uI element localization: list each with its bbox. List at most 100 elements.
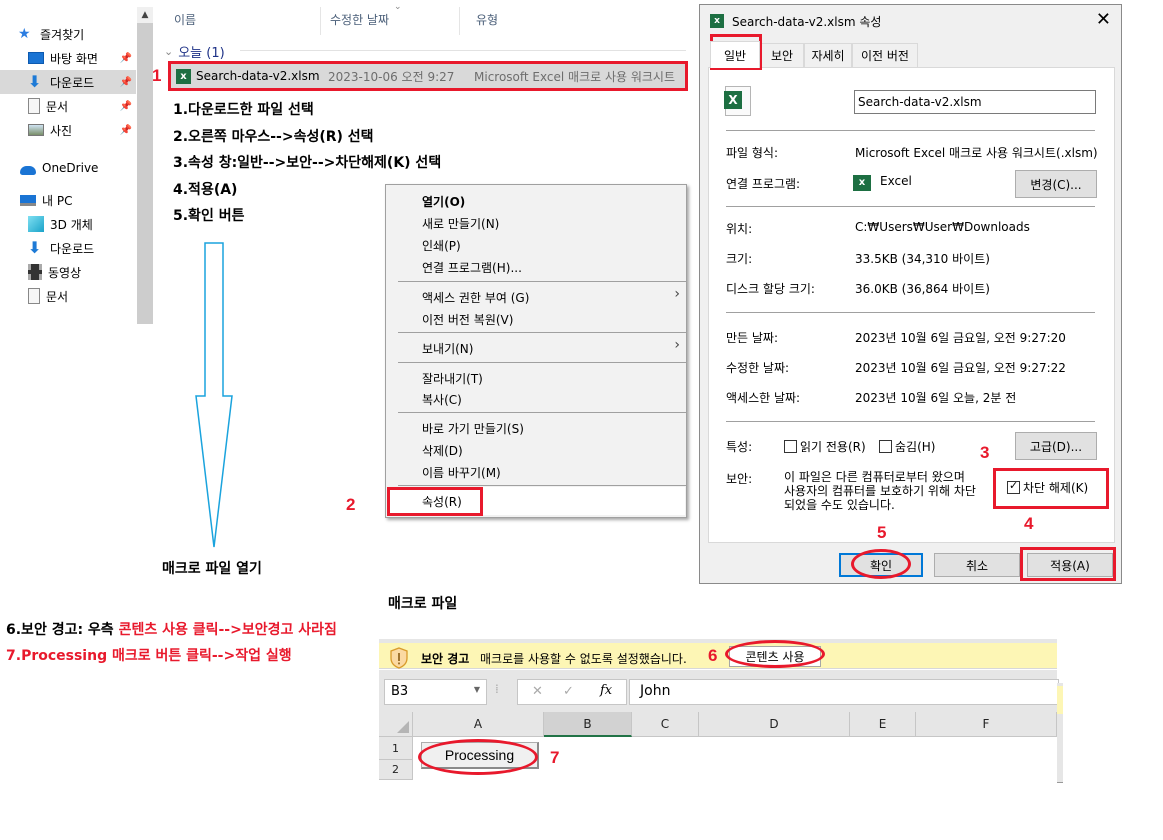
tab-general[interactable]: 일반: [710, 41, 760, 68]
step-number-2: 2: [346, 495, 356, 514]
menu-item-rename[interactable]: 이름 바꾸기(M): [422, 464, 501, 481]
pin-icon: 📌: [119, 100, 132, 112]
opens-with-value: Excel: [880, 174, 912, 188]
column-separator[interactable]: [459, 7, 460, 35]
column-separator[interactable]: [320, 7, 321, 35]
nav-item-pc-downloads[interactable]: ⬇ 다운로드: [0, 236, 136, 260]
advanced-button[interactable]: 고급(D)...: [1015, 432, 1097, 460]
nav-quick-access[interactable]: ★ 즐겨찾기: [18, 22, 136, 46]
security-message: 이 파일은 다른 컴퓨터로부터 왔으며 사용자의 컴퓨터를 보호하기 위해 차단…: [784, 470, 976, 512]
instruction-step-2: 2.오른쪽 마우스-->속성(R) 선택: [173, 129, 374, 145]
instruction-step-3: 3.속성 창:일반-->보안-->차단해제(K) 선택: [173, 155, 442, 171]
menu-item-give-access[interactable]: 액세스 권한 부여 (G): [422, 289, 529, 306]
column-header-modified[interactable]: 수정한 날짜: [330, 11, 389, 28]
menu-item-print[interactable]: 인쇄(P): [422, 237, 461, 254]
change-button[interactable]: 변경(C)...: [1015, 170, 1097, 198]
cancel-icon[interactable]: ✕: [532, 684, 543, 699]
tab-details[interactable]: 자세히: [804, 43, 852, 67]
nav-item-videos[interactable]: 동영상: [0, 260, 136, 284]
note-step-7: 7.Processing 매크로 버튼 클릭-->작업 실행: [6, 648, 292, 664]
created-label: 만든 날짜:: [726, 331, 779, 345]
accessed-value: 2023년 10월 6일 오늘, 2분 전: [855, 391, 1017, 405]
step-number-7: 7: [550, 748, 560, 767]
dropdown-arrow-icon[interactable]: ▼: [474, 685, 480, 694]
divider: [726, 206, 1095, 207]
function-icon[interactable]: fx: [600, 683, 612, 698]
modified-value: 2023년 10월 6일 금요일, 오전 9:27:22: [855, 361, 1066, 375]
close-icon[interactable]: ✕: [1096, 9, 1111, 30]
column-header-a[interactable]: A: [413, 712, 544, 737]
step-number-6: 6: [708, 646, 718, 665]
excel-caption: 매크로 파일: [388, 596, 458, 612]
nav-this-pc[interactable]: 내 PC: [0, 188, 136, 212]
submenu-arrow-icon: ›: [674, 286, 680, 302]
nav-item-pc-documents[interactable]: 문서: [0, 284, 136, 308]
opens-with-label: 연결 프로그램:: [726, 177, 801, 191]
column-header-f[interactable]: F: [916, 712, 1057, 737]
row-header-2[interactable]: 2: [379, 760, 413, 780]
menu-item-new[interactable]: 새로 만들기(N): [422, 215, 499, 232]
tab-security[interactable]: 보안: [760, 43, 804, 67]
menu-separator: [398, 412, 686, 413]
confirm-icon[interactable]: ✓: [563, 684, 574, 699]
context-menu: 열기(O) 새로 만들기(N) 인쇄(P) 연결 프로그램(H)... 액세스 …: [385, 184, 687, 518]
tab-previous-versions[interactable]: 이전 버전: [852, 43, 918, 67]
nav-item-pictures[interactable]: 사진 📌: [0, 118, 136, 142]
3d-objects-icon: [28, 216, 44, 232]
security-label: 보안:: [726, 472, 753, 486]
highlight-box-file: [168, 61, 688, 91]
step-number-3: 3: [980, 443, 990, 462]
formula-buttons: ✕ ✓ fx: [517, 679, 627, 705]
column-header-b[interactable]: B: [544, 712, 632, 737]
column-header-e[interactable]: E: [850, 712, 916, 737]
security-warning-title: 보안 경고: [421, 652, 470, 666]
size-value: 33.5KB (34,310 바이트): [855, 252, 990, 266]
menu-item-create-shortcut[interactable]: 바로 가기 만들기(S): [422, 420, 524, 437]
hidden-checkbox[interactable]: 숨김(H): [879, 438, 935, 455]
column-header-d[interactable]: D: [699, 712, 850, 737]
menu-item-copy[interactable]: 복사(C): [422, 391, 462, 408]
name-box[interactable]: B3 ▼: [384, 679, 487, 705]
group-header-today[interactable]: ⌄ 오늘 (1): [164, 42, 225, 61]
video-icon: [28, 264, 42, 280]
menu-separator: [398, 362, 686, 363]
nav-item-3d-objects[interactable]: 3D 개체: [0, 212, 136, 236]
column-header-name[interactable]: 이름: [174, 11, 196, 28]
grip-icon: ⁞: [495, 682, 499, 696]
menu-item-open-with[interactable]: 연결 프로그램(H)...: [422, 259, 522, 276]
size-on-disk-value: 36.0KB (36,864 바이트): [855, 282, 990, 296]
nav-scrollbar[interactable]: [137, 7, 153, 324]
nav-item-downloads[interactable]: ⬇ 다운로드 📌: [0, 70, 136, 94]
highlight-oval-processing: [418, 739, 538, 775]
security-warning-bar: 보안 경고 매크로를 사용할 수 없도록 설정했습니다. 콘텐츠 사용: [379, 639, 1057, 669]
group-divider: [240, 50, 686, 51]
divider: [726, 130, 1095, 131]
sort-chevron-icon: ⌄: [394, 2, 402, 12]
formula-input[interactable]: John: [629, 679, 1059, 705]
column-header-c[interactable]: C: [632, 712, 699, 737]
divider: [726, 421, 1095, 422]
chevron-down-icon: ⌄: [164, 45, 174, 58]
select-all-corner[interactable]: [379, 712, 413, 737]
menu-item-cut[interactable]: 잘라내기(T): [422, 370, 483, 387]
column-header-type[interactable]: 유형: [476, 11, 498, 28]
highlight-box-properties: [387, 487, 483, 516]
nav-onedrive[interactable]: OneDrive: [0, 156, 136, 180]
document-icon: [28, 98, 40, 114]
computer-icon: [20, 194, 36, 206]
readonly-checkbox[interactable]: 읽기 전용(R): [784, 438, 866, 455]
step-number-5: 5: [877, 523, 887, 542]
note-step-6: 6.보안 경고: 우측 콘텐츠 사용 클릭-->보안경고 사라짐: [6, 622, 337, 638]
accessed-label: 액세스한 날짜:: [726, 391, 801, 405]
menu-item-restore-versions[interactable]: 이전 버전 복원(V): [422, 311, 513, 328]
menu-item-send-to[interactable]: 보내기(N): [422, 340, 473, 357]
menu-item-delete[interactable]: 삭제(D): [422, 442, 463, 459]
cancel-button[interactable]: 취소: [934, 553, 1020, 577]
filename-input[interactable]: [854, 90, 1096, 114]
menu-separator: [398, 485, 686, 486]
nav-item-desktop[interactable]: 바탕 화면 📌: [0, 46, 136, 70]
menu-item-open[interactable]: 열기(O): [422, 193, 465, 210]
row-header-1[interactable]: 1: [379, 737, 413, 760]
nav-item-documents[interactable]: 문서 📌: [0, 94, 136, 118]
scroll-up-icon[interactable]: ▲: [137, 7, 153, 23]
